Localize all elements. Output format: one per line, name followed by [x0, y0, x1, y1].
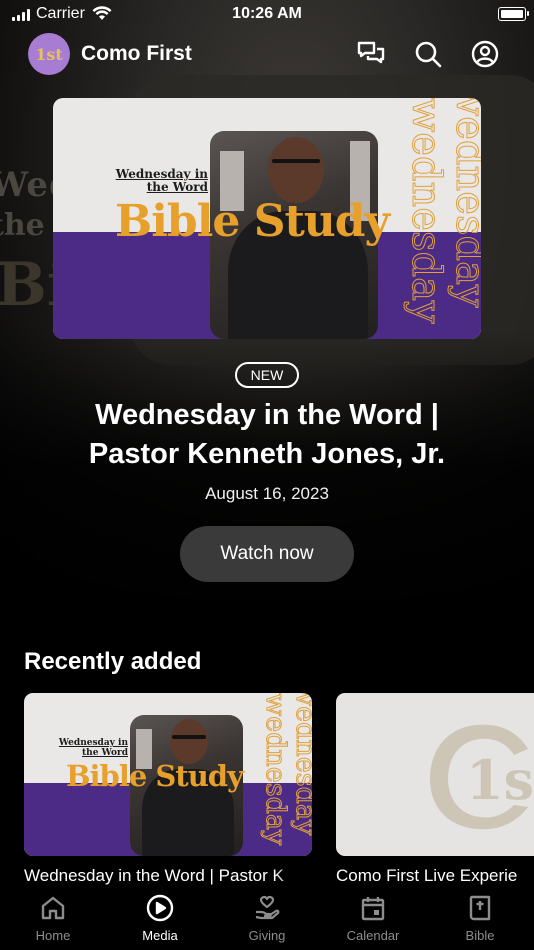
tab-home[interactable]: Home	[13, 894, 93, 943]
card-subtitle: Wednesday in the Word	[58, 738, 128, 758]
chat-icon[interactable]	[356, 39, 386, 69]
status-bar: Carrier 10:26 AM	[0, 0, 534, 30]
play-circle-icon	[146, 894, 174, 922]
logo-text: 1st	[35, 44, 63, 64]
card-subtitle: Wednesday in the Word	[115, 167, 208, 195]
top-bar: 1st Como First	[0, 33, 534, 77]
card-vertical-word: wednesday	[260, 693, 292, 846]
featured-title: Wednesday in the Word | Pastor Kenneth J…	[88, 399, 446, 470]
card-vertical-word: wednesday	[290, 693, 313, 836]
new-badge: NEW	[235, 362, 299, 388]
tab-bible[interactable]: Bible	[440, 894, 520, 943]
church-logo[interactable]: 1st	[28, 33, 70, 75]
media-caption: Como First Live Experie	[336, 866, 518, 885]
media-thumbnail[interactable]: Wednesday in the Word Bible Study wednes…	[24, 693, 312, 856]
tab-bar: Home Media Giving Calendar Bible	[0, 888, 534, 950]
card-big-title: Bible Study	[66, 759, 244, 793]
bible-icon	[469, 895, 491, 921]
card-vertical-word: wednesday	[447, 98, 482, 308]
giving-hand-icon	[255, 895, 280, 920]
media-thumbnail[interactable]: 1st	[336, 693, 534, 856]
tab-calendar[interactable]: Calendar	[333, 894, 413, 943]
profile-icon[interactable]	[470, 39, 500, 69]
como-first-logo-icon: 1st	[430, 724, 534, 830]
tab-media[interactable]: Media	[120, 894, 200, 943]
media-caption: Wednesday in the Word | Pastor K	[24, 866, 314, 886]
home-icon	[41, 896, 65, 920]
tab-giving[interactable]: Giving	[227, 894, 307, 943]
featured-media-thumbnail[interactable]: Wednesday in the Word Bible Study wednes…	[53, 98, 481, 339]
card-big-title: Bible Study	[115, 196, 390, 247]
svg-text:1st: 1st	[466, 748, 534, 812]
calendar-icon	[361, 897, 385, 921]
status-time: 10:26 AM	[232, 5, 302, 22]
battery-icon	[498, 7, 529, 21]
featured-date: August 16, 2023	[205, 484, 329, 503]
card-vertical-word: wednesday	[403, 98, 450, 324]
search-icon[interactable]	[413, 39, 443, 69]
watch-now-button[interactable]: Watch now	[180, 526, 354, 582]
recently-added-heading: Recently added	[24, 648, 202, 675]
app-title: Como First	[81, 42, 192, 65]
